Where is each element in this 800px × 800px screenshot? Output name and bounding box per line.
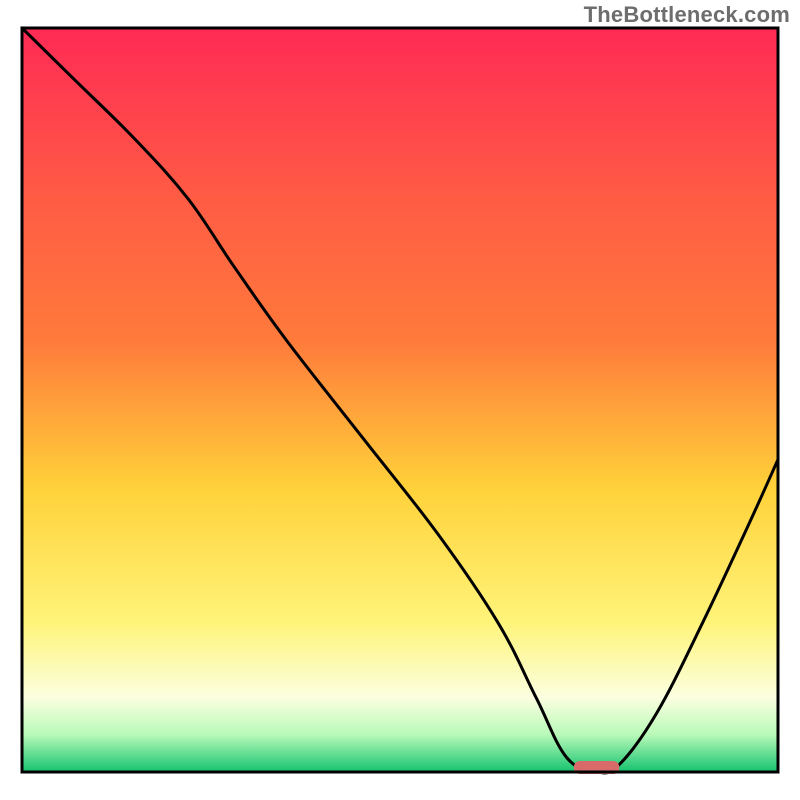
chart-stage: TheBottleneck.com [0, 0, 800, 800]
plot-area [22, 28, 778, 774]
bottleneck-chart-svg [0, 0, 800, 800]
